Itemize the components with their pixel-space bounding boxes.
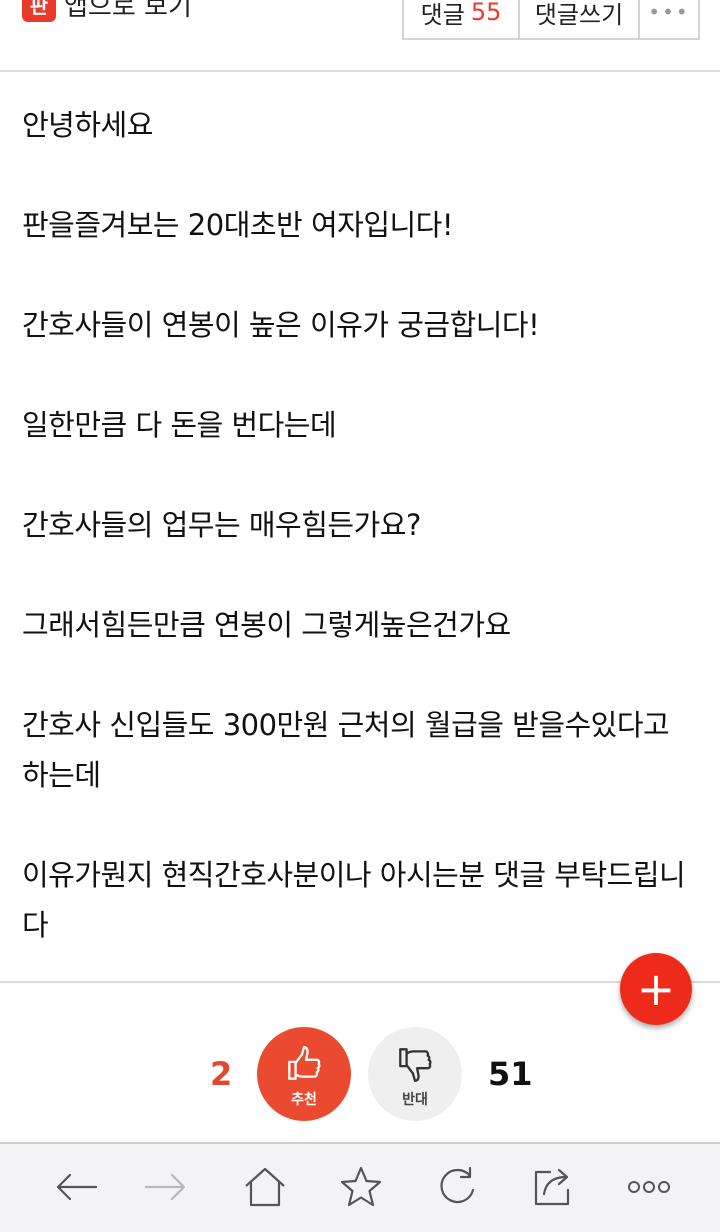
article-paragraph: 판을즐겨보는 20대초반 여자입니다! <box>22 208 453 242</box>
top-button-group: 댓글 55 댓글쓰기 ••• <box>402 0 700 40</box>
share-button[interactable] <box>528 1162 578 1212</box>
back-button[interactable] <box>52 1162 102 1212</box>
top-bar: 판 앱으로 보기 댓글 55 댓글쓰기 ••• <box>0 0 720 72</box>
downvote-label: 반대 <box>402 1092 428 1108</box>
more-icon <box>628 1181 670 1193</box>
article-body: 안녕하세요 판을즐겨보는 20대초반 여자입니다! 간호사들이 연봉이 높은 이… <box>22 100 702 1000</box>
downvote-count: 51 <box>488 1055 533 1093</box>
more-options-button[interactable]: ••• <box>638 0 698 38</box>
article-paragraph: 이유가뭔지 현직간호사분이나 아시는분 댓글 부탁드립니다 <box>22 858 686 942</box>
upvote-label: 추천 <box>291 1092 317 1108</box>
upvote-count: 2 <box>210 1055 233 1093</box>
article-paragraph: 그래서힘든만큼 연봉이 그렇게높은건가요 <box>22 608 511 642</box>
write-comment-button[interactable]: 댓글쓰기 <box>518 0 638 38</box>
pann-logo-icon: 판 <box>22 0 56 22</box>
thumbs-down-icon <box>399 1048 432 1082</box>
forward-button[interactable] <box>140 1162 190 1212</box>
bookmark-button[interactable] <box>336 1162 386 1212</box>
home-button[interactable] <box>240 1162 290 1212</box>
share-icon <box>534 1168 570 1206</box>
more-button[interactable] <box>624 1162 674 1212</box>
content-divider <box>0 981 720 983</box>
home-icon <box>245 1167 285 1207</box>
article-paragraph: 간호사들이 연봉이 높은 이유가 궁금합니다! <box>22 308 540 342</box>
downvote-button[interactable]: 반대 <box>368 1027 462 1121</box>
refresh-icon <box>440 1166 475 1204</box>
comments-button[interactable]: 댓글 55 <box>404 0 518 38</box>
forward-arrow-icon <box>144 1173 186 1201</box>
article-paragraph: 안녕하세요 <box>22 108 153 142</box>
open-in-app-link[interactable]: 판 앱으로 보기 <box>22 0 192 23</box>
bookmark-star-icon <box>340 1166 382 1207</box>
comments-count: 55 <box>470 0 502 26</box>
thumbs-up-icon <box>288 1046 321 1080</box>
back-arrow-icon <box>56 1173 98 1201</box>
comments-label: 댓글 <box>420 0 465 29</box>
upvote-button[interactable]: 추천 <box>257 1027 351 1121</box>
refresh-button[interactable] <box>432 1162 482 1212</box>
open-in-app-label: 앱으로 보기 <box>64 0 192 22</box>
article-paragraph: 간호사들의 업무는 매우힘든가요? <box>22 508 421 542</box>
floating-add-button[interactable]: + <box>620 953 692 1025</box>
browser-toolbar <box>0 1142 720 1232</box>
vote-area: 2 추천 반대 51 <box>0 1025 720 1121</box>
article-paragraph: 간호사 신입들도 300만원 근처의 월급을 받을수있다고 하는데 <box>22 708 670 792</box>
article-paragraph: 일한만큼 다 돈을 번다는데 <box>22 408 337 442</box>
